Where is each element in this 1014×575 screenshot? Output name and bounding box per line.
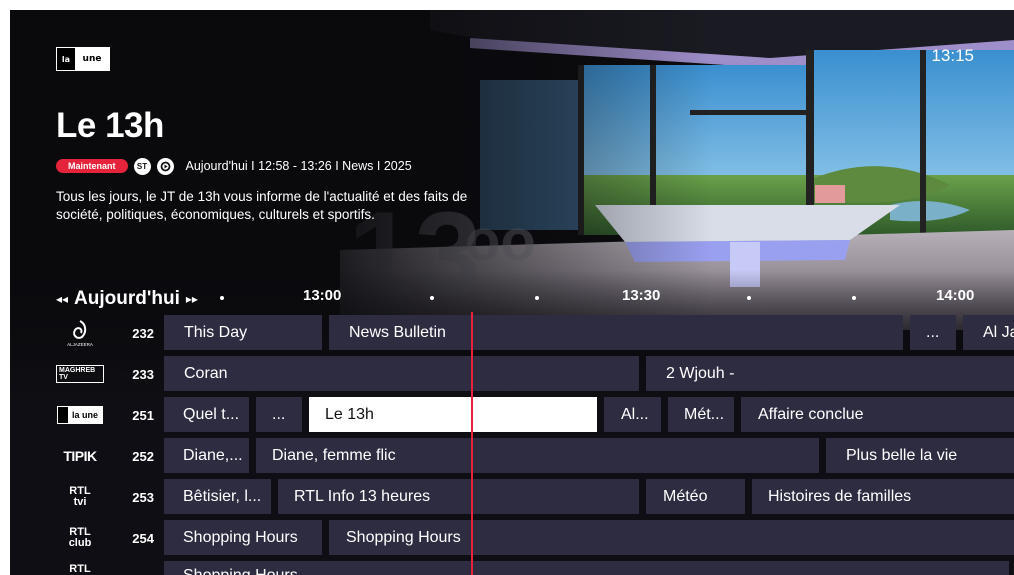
- timeline-dot: [535, 296, 539, 300]
- st-subtitles-icon: ST: [133, 157, 151, 175]
- program-cell[interactable]: ...: [256, 397, 302, 432]
- channel-row-251: la une 251 Quel t... ... Le 13h Al... Mé…: [10, 397, 1014, 433]
- channel-number: 252: [132, 448, 154, 464]
- program-description: Tous les jours, le JT de 13h vous inform…: [56, 189, 468, 222]
- program-title: Le 13h: [56, 106, 164, 145]
- program-cell[interactable]: RTL Info 13 heures: [278, 479, 639, 514]
- program-cell[interactable]: 2 Wjouh -: [646, 356, 1014, 391]
- channel-row-253: RTL tvi 253 Bêtisier, l... RTL Info 13 h…: [10, 479, 1014, 515]
- program-cell[interactable]: ...: [910, 315, 956, 350]
- program-cell-selected[interactable]: Le 13h: [309, 397, 597, 432]
- audio-description-glyph: [160, 161, 170, 171]
- time-tick-1400: 14:00: [936, 287, 975, 304]
- rtl-tvi-logo-icon: RTL tvi: [56, 479, 104, 515]
- al-jazeera-logo-icon: ALJAZEERA: [56, 315, 104, 351]
- now-badge: Maintenant: [56, 159, 128, 173]
- audio-description-icon: [156, 157, 174, 175]
- program-cell[interactable]: News Bulletin: [329, 315, 903, 350]
- channel-number: 253: [132, 489, 154, 505]
- tv-guide-screen: 13 oo la une 13:15 Le 13h Maintenant ST …: [10, 10, 1014, 575]
- timeline-dot: [747, 296, 751, 300]
- program-meta: Aujourd'hui I 12:58 - 13:26 I News I 202…: [185, 159, 412, 173]
- program-cell[interactable]: Shopping Hours: [329, 520, 1014, 555]
- program-cell[interactable]: Shopping Hours: [164, 520, 322, 555]
- previous-day-arrow-icon[interactable]: ◂◂: [56, 292, 68, 306]
- channel-row-232: ALJAZEERA 232 This Day News Bulletin ...…: [10, 315, 1014, 351]
- rtl-plug-logo-text: RTL: [69, 563, 91, 575]
- program-cell[interactable]: Météo: [646, 479, 745, 514]
- program-cell[interactable]: Plus belle la vie: [826, 438, 1014, 473]
- channel-number: 254: [132, 530, 154, 546]
- timeline-dot: [430, 296, 434, 300]
- program-cell[interactable]: Al Ja: [963, 315, 1014, 350]
- logo-right-text: une: [75, 48, 109, 70]
- channel-row-233: MAGHREB TV 233 Coran 2 Wjouh -: [10, 356, 1014, 392]
- rtl-club-logo-text: RTL club: [68, 526, 92, 549]
- program-cell[interactable]: Al...: [604, 397, 661, 432]
- program-cell[interactable]: Histoires de familles: [752, 479, 1014, 514]
- day-label: Aujourd'hui: [74, 288, 180, 309]
- la-une-logo-icon: la une: [56, 397, 104, 433]
- program-cell[interactable]: Shopping Hours: [164, 561, 1009, 575]
- channel-row-254: RTL club 254 Shopping Hours Shopping Hou…: [10, 520, 1014, 556]
- program-cell[interactable]: Affaire conclue: [741, 397, 1014, 432]
- next-day-arrow-icon[interactable]: ▸▸: [186, 292, 198, 306]
- st-icon-label: ST: [136, 161, 148, 171]
- rtl-club-logo-icon: RTL club: [56, 520, 104, 556]
- program-cell[interactable]: This Day: [164, 315, 322, 350]
- program-cell[interactable]: Mét...: [668, 397, 734, 432]
- time-tick-1330: 13:30: [622, 287, 661, 304]
- rtl-tvi-logo-text: RTL tvi: [69, 485, 91, 508]
- channel-number: 233: [132, 366, 154, 382]
- maghreb-tv-logo-text: MAGHREB TV: [56, 365, 104, 383]
- program-cell[interactable]: Coran: [164, 356, 639, 391]
- maghreb-tv-logo-icon: MAGHREB TV: [56, 356, 104, 392]
- channel-row-252: TIPIK 252 Diane,... Diane, femme flic Pl…: [10, 438, 1014, 474]
- program-meta-row: Maintenant ST Aujourd'hui I 12:58 - 13:2…: [56, 157, 412, 175]
- logo-left-text: la: [57, 48, 75, 70]
- channel-number: 232: [132, 325, 154, 341]
- rtl-plug-logo-icon: RTL: [56, 561, 104, 575]
- current-time-line: [471, 312, 473, 575]
- program-cell[interactable]: Bêtisier, l...: [164, 479, 271, 514]
- tipik-logo-icon: TIPIK: [56, 438, 104, 474]
- tipik-logo-text: TIPIK: [63, 448, 97, 464]
- day-navigator[interactable]: ◂◂ Aujourd'hui ▸▸: [56, 288, 198, 310]
- program-cell[interactable]: Diane,...: [164, 438, 249, 473]
- timeline-dot: [220, 296, 224, 300]
- clock: 13:15: [931, 46, 974, 65]
- la-une-logo-text: la une: [56, 406, 104, 424]
- al-jazeera-logo-graphic: ALJAZEERA: [67, 320, 93, 347]
- channel-row-partial: RTL Shopping Hours: [10, 561, 1014, 575]
- program-cell[interactable]: Quel t...: [164, 397, 249, 432]
- la-une-channel-logo: la une: [56, 47, 110, 71]
- al-jazeera-logo-text: ALJAZEERA: [67, 342, 93, 347]
- program-cell[interactable]: Diane, femme flic: [256, 438, 819, 473]
- channel-number: 251: [132, 407, 154, 423]
- timeline-dot: [852, 296, 856, 300]
- time-tick-1300: 13:00: [303, 287, 342, 304]
